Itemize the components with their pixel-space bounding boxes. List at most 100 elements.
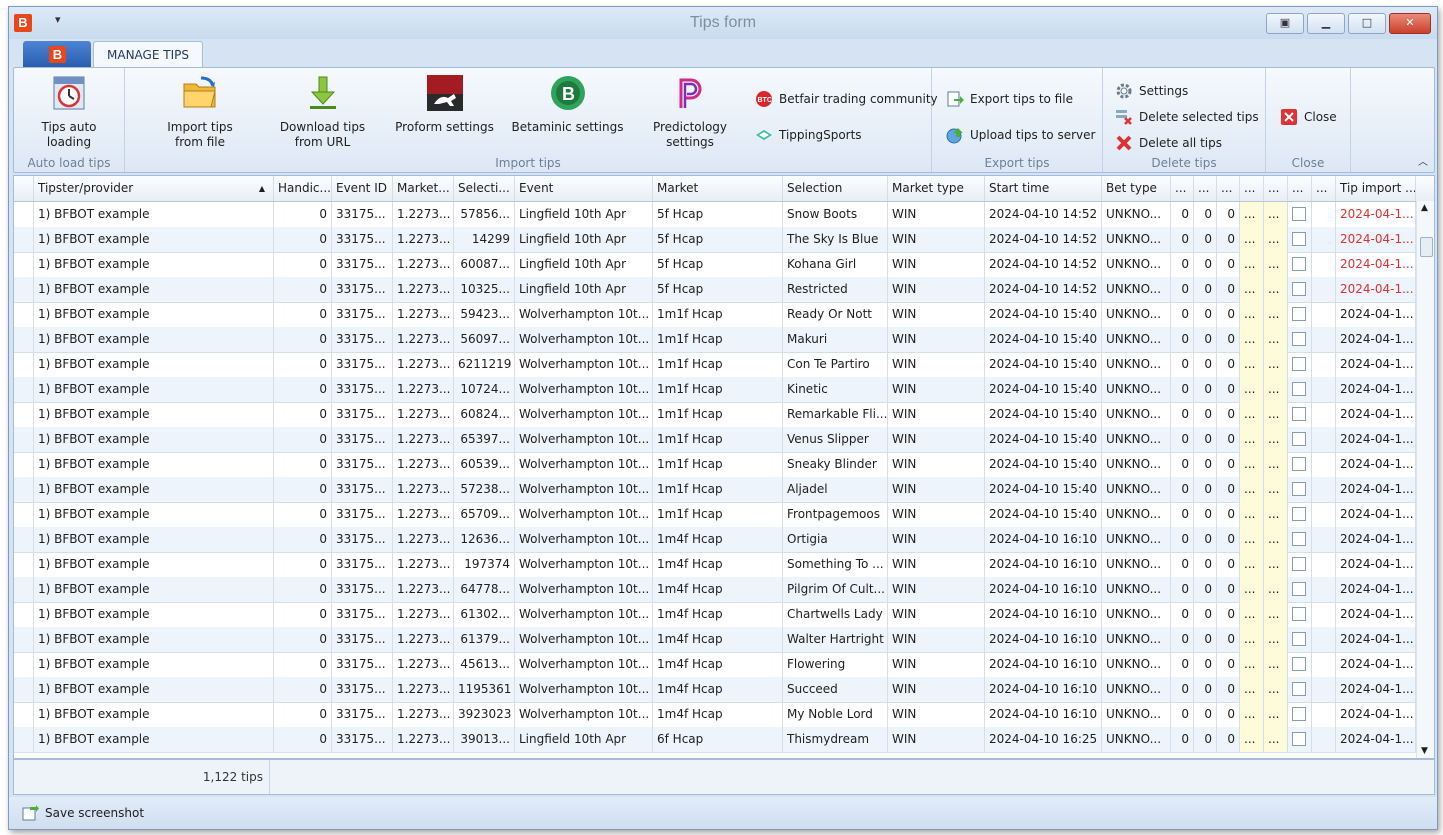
row-checkbox[interactable] <box>1292 406 1306 421</box>
table-cell[interactable]: 5f Hcap <box>653 252 783 277</box>
table-cell[interactable]: Lingfield 10th Apr <box>515 277 653 302</box>
table-cell[interactable]: 0 <box>1171 252 1194 277</box>
table-cell[interactable] <box>1312 202 1336 227</box>
table-cell[interactable]: 0 <box>274 202 332 227</box>
row-checkbox[interactable] <box>1292 656 1306 671</box>
table-row[interactable]: 1) BFBOT example 0 33175... 1.2273... 61379.… <box>14 627 1416 653</box>
table-cell[interactable]: 1m4f Hcap <box>653 627 783 652</box>
table-cell[interactable]: 2024-04-10 15:40 <box>985 327 1102 352</box>
table-cell[interactable]: 1.2273... <box>393 452 454 477</box>
table-cell[interactable]: 0 <box>1194 477 1217 502</box>
table-cell[interactable]: 2024-04-1... <box>1336 577 1416 602</box>
table-cell[interactable]: UNKNO... <box>1102 302 1171 327</box>
table-cell[interactable]: 2024-04-10 16:10 <box>985 702 1102 727</box>
table-cell[interactable]: ... <box>1264 202 1288 227</box>
table-cell[interactable]: 33175... <box>332 577 393 602</box>
table-cell[interactable]: 2024-04-10 16:10 <box>985 677 1102 702</box>
table-cell[interactable]: 33175... <box>332 402 393 427</box>
table-cell[interactable]: 2024-04-10 14:52 <box>985 227 1102 252</box>
table-cell[interactable]: 6211219 <box>454 352 515 377</box>
table-cell[interactable] <box>1312 552 1336 577</box>
row-checkbox[interactable] <box>1292 681 1306 696</box>
table-cell[interactable]: ... <box>1264 302 1288 327</box>
table-cell[interactable]: 1m1f Hcap <box>653 502 783 527</box>
table-cell[interactable]: ... <box>1240 302 1264 327</box>
table-cell[interactable] <box>1288 377 1312 402</box>
table-cell[interactable]: 61302... <box>454 602 515 627</box>
table-cell[interactable]: ... <box>1240 252 1264 277</box>
table-cell[interactable]: 2024-04-10 15:40 <box>985 477 1102 502</box>
table-cell[interactable]: 0 <box>274 227 332 252</box>
row-selector[interactable] <box>14 302 34 327</box>
table-cell[interactable]: 0 <box>1194 577 1217 602</box>
table-cell[interactable]: 2024-04-10 16:10 <box>985 527 1102 552</box>
table-cell[interactable]: 2024-04-10 15:40 <box>985 427 1102 452</box>
table-cell[interactable]: 1) BFBOT example <box>34 577 274 602</box>
table-cell[interactable]: 2024-04-1... <box>1336 202 1416 227</box>
table-row[interactable]: 1) BFBOT example 0 33175... 1.2273... 65709.… <box>14 502 1416 528</box>
table-cell[interactable]: 1.2273... <box>393 427 454 452</box>
table-cell[interactable]: UNKNO... <box>1102 477 1171 502</box>
tab-manage-tips[interactable]: MANAGE TIPS <box>93 41 203 68</box>
table-cell[interactable]: My Noble Lord <box>783 702 888 727</box>
table-row[interactable]: 1) BFBOT example 0 33175... 1.2273... 60087.… <box>14 252 1416 278</box>
table-cell[interactable]: WIN <box>888 402 985 427</box>
column-header[interactable]: ... <box>1171 176 1194 201</box>
tipping-sports-button[interactable]: TippingSports <box>755 126 862 144</box>
table-cell[interactable]: UNKNO... <box>1102 202 1171 227</box>
table-cell[interactable]: 1.2273... <box>393 677 454 702</box>
table-cell[interactable]: 0 <box>1171 602 1194 627</box>
table-cell[interactable]: 0 <box>1194 627 1217 652</box>
table-cell[interactable]: 1.2273... <box>393 277 454 302</box>
table-cell[interactable]: UNKNO... <box>1102 402 1171 427</box>
table-cell[interactable]: 2024-04-10 15:40 <box>985 377 1102 402</box>
table-cell[interactable] <box>1312 377 1336 402</box>
table-cell[interactable] <box>1312 277 1336 302</box>
row-selector[interactable] <box>14 352 34 377</box>
table-cell[interactable]: ... <box>1240 327 1264 352</box>
table-cell[interactable]: 5f Hcap <box>653 277 783 302</box>
row-selector[interactable] <box>14 552 34 577</box>
table-cell[interactable]: 0 <box>1171 352 1194 377</box>
table-cell[interactable]: 0 <box>1171 727 1194 752</box>
column-header[interactable]: Selection <box>783 176 888 201</box>
row-selector[interactable] <box>14 602 34 627</box>
table-cell[interactable]: 1) BFBOT example <box>34 352 274 377</box>
table-cell[interactable]: Lingfield 10th Apr <box>515 252 653 277</box>
table-cell[interactable]: 1) BFBOT example <box>34 702 274 727</box>
table-cell[interactable]: 1m1f Hcap <box>653 477 783 502</box>
table-cell[interactable] <box>1312 302 1336 327</box>
scroll-thumb[interactable] <box>1420 237 1433 257</box>
table-cell[interactable]: 0 <box>1171 452 1194 477</box>
table-cell[interactable]: 1) BFBOT example <box>34 527 274 552</box>
table-cell[interactable]: WIN <box>888 602 985 627</box>
table-row[interactable]: 1) BFBOT example 0 33175... 1.2273... 197374… <box>14 552 1416 578</box>
table-cell[interactable]: UNKNO... <box>1102 377 1171 402</box>
table-cell[interactable]: 0 <box>1217 452 1240 477</box>
table-cell[interactable]: 0 <box>1171 477 1194 502</box>
table-cell[interactable]: 2024-04-10 15:40 <box>985 502 1102 527</box>
table-cell[interactable] <box>1312 527 1336 552</box>
row-selector[interactable] <box>14 577 34 602</box>
table-cell[interactable] <box>1312 227 1336 252</box>
table-cell[interactable]: 0 <box>1194 652 1217 677</box>
table-cell[interactable]: 33175... <box>332 377 393 402</box>
column-header[interactable]: ... <box>1217 176 1240 201</box>
table-cell[interactable]: 33175... <box>332 652 393 677</box>
window-close-button[interactable]: ✕ <box>1389 13 1431 34</box>
table-cell[interactable]: 0 <box>1171 227 1194 252</box>
table-cell[interactable]: Something To ... <box>783 552 888 577</box>
table-cell[interactable]: ... <box>1264 527 1288 552</box>
table-cell[interactable]: 0 <box>1194 727 1217 752</box>
table-cell[interactable]: 2024-04-10 16:10 <box>985 652 1102 677</box>
row-checkbox[interactable] <box>1292 381 1306 396</box>
table-cell[interactable]: 0 <box>1194 527 1217 552</box>
table-cell[interactable]: 1m4f Hcap <box>653 602 783 627</box>
table-cell[interactable]: 0 <box>274 252 332 277</box>
table-cell[interactable]: ... <box>1264 627 1288 652</box>
table-cell[interactable]: 6f Hcap <box>653 727 783 752</box>
table-cell[interactable]: 2024-04-1... <box>1336 502 1416 527</box>
table-cell[interactable]: 2024-04-1... <box>1336 302 1416 327</box>
table-cell[interactable]: WIN <box>888 652 985 677</box>
table-cell[interactable]: 2024-04-10 15:40 <box>985 352 1102 377</box>
